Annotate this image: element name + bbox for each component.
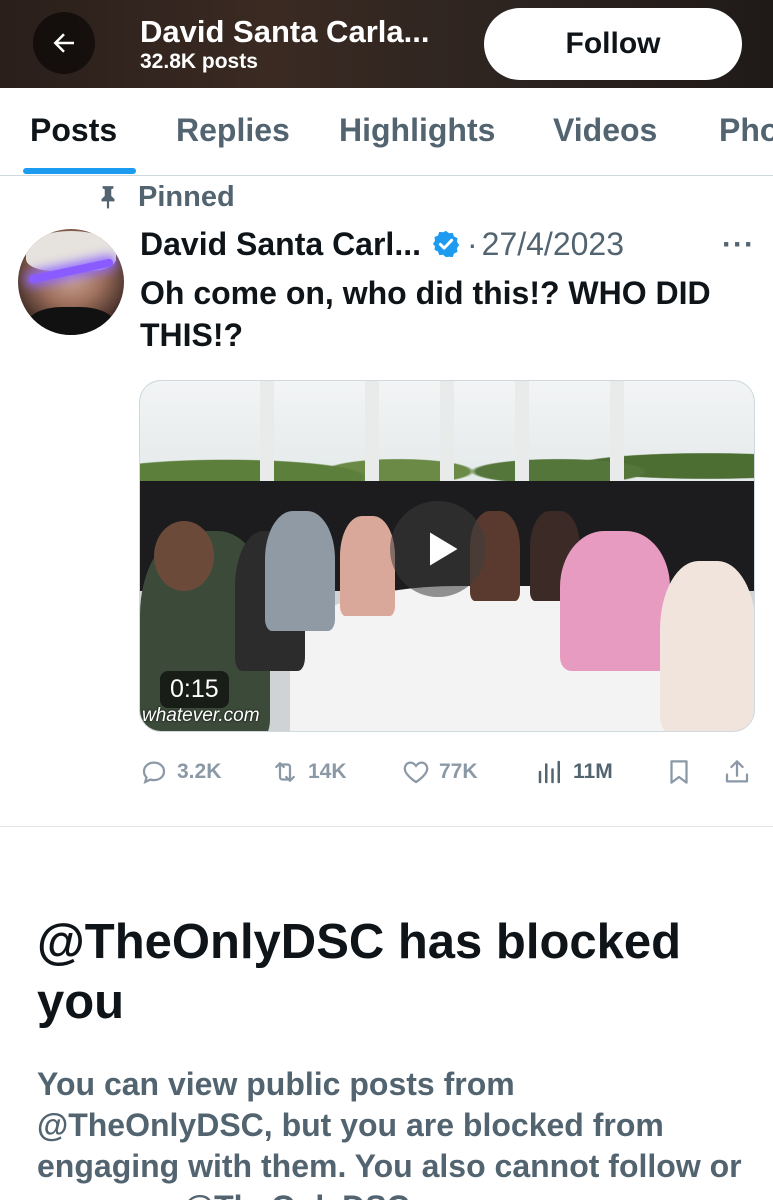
back-button[interactable] [33, 12, 95, 74]
post-author-line: David Santa Carl... · 27/4/2023 [140, 224, 624, 264]
like-button[interactable]: 77K [401, 752, 478, 792]
reply-count: 3.2K [177, 760, 222, 783]
separator-dot: · [466, 225, 478, 262]
reply-icon [142, 761, 166, 785]
author-name[interactable]: David Santa Carl... [140, 226, 421, 263]
play-icon [430, 532, 458, 566]
video-person-head [154, 521, 214, 591]
tab-replies[interactable]: Replies [176, 112, 290, 149]
profile-name: David Santa Carla... [140, 14, 430, 49]
profile-tabs: Posts Replies Highlights Videos Pho [0, 88, 773, 176]
views-button[interactable]: 11M [535, 752, 613, 792]
follow-button[interactable]: Follow [484, 8, 742, 80]
section-divider [0, 826, 773, 827]
active-tab-indicator [23, 168, 136, 174]
share-icon [725, 760, 749, 783]
play-button[interactable] [390, 501, 486, 597]
post-text: Oh come on, who did this!? WHO DID THIS!… [140, 275, 711, 353]
views-chart-icon [538, 760, 560, 784]
tab-photos[interactable]: Pho [719, 112, 773, 149]
avatar[interactable] [18, 229, 124, 335]
video-person [340, 516, 395, 616]
repost-button[interactable]: 14K [270, 752, 347, 792]
pin-icon [101, 186, 115, 209]
post-actions: 3.2K 14K 77K 11M [139, 752, 759, 792]
bookmark-button[interactable] [664, 752, 702, 792]
like-count: 77K [439, 760, 478, 783]
heart-icon [403, 761, 429, 784]
video-duration: 0:15 [160, 671, 229, 708]
more-options-button[interactable]: ··· [722, 228, 755, 262]
profile-header: David Santa Carla... 32.8K posts Follow [0, 0, 773, 88]
video-person [265, 511, 335, 631]
video-person [560, 531, 670, 671]
pinned-label: Pinned [138, 180, 235, 213]
post-date[interactable]: 27/4/2023 [482, 226, 624, 263]
tab-posts[interactable]: Posts [30, 112, 117, 149]
video-person [660, 561, 754, 731]
repost-icon [275, 762, 295, 782]
blocked-title: @TheOnlyDSC has blocked you [37, 915, 682, 1029]
pinned-indicator: Pinned [95, 180, 235, 214]
tab-highlights[interactable]: Highlights [339, 112, 495, 149]
post-count: 32.8K posts [140, 50, 258, 73]
blocked-message: You can view public posts from @TheOnlyD… [37, 1066, 742, 1200]
tab-videos[interactable]: Videos [553, 112, 657, 149]
arrow-left-icon [53, 33, 74, 53]
bookmark-icon [670, 760, 688, 784]
repost-count: 14K [308, 760, 347, 783]
avatar-shirt [28, 307, 114, 335]
video-player[interactable]: 0:15 whatever.com [139, 380, 755, 732]
share-button[interactable] [722, 752, 760, 792]
reply-button[interactable]: 3.2K [139, 752, 221, 792]
video-watermark: whatever.com [142, 705, 260, 726]
views-count: 11M [573, 760, 613, 783]
verified-badge-icon [432, 230, 460, 258]
